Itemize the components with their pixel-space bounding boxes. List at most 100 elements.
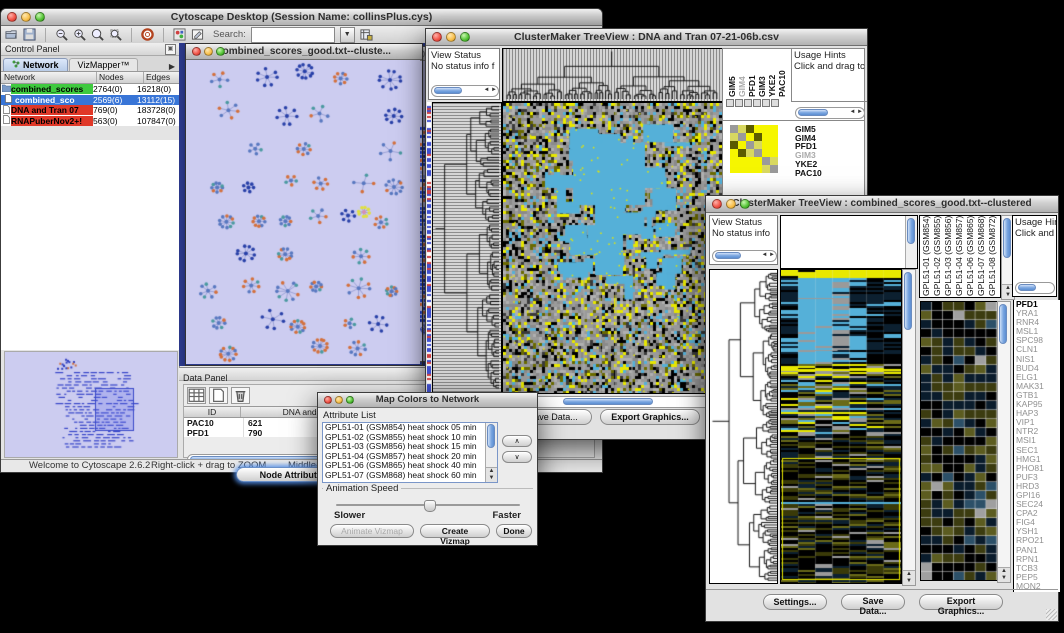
col-header-edges[interactable]: Edges [144, 72, 179, 83]
save-icon[interactable] [23, 28, 36, 41]
network-list-row[interactable]: RNAPuberNov2+!563(0)107847(0) [1, 116, 179, 127]
zoom-button[interactable] [35, 12, 45, 22]
zoom-out-icon[interactable] [55, 28, 68, 41]
zoom-button[interactable] [346, 396, 354, 404]
minimize-button[interactable] [21, 12, 31, 22]
search-dropdown-button[interactable]: ▼ [340, 27, 355, 43]
zoom-selected-icon[interactable] [109, 28, 122, 41]
tv1-export-graphics-button[interactable]: Export Graphics... [600, 409, 700, 425]
tab-overflow-arrow[interactable]: ▶ [169, 62, 175, 71]
tv1-row-dendrogram[interactable] [432, 102, 502, 394]
tv1-heatmap[interactable] [502, 102, 723, 394]
minimize-button[interactable] [204, 47, 213, 56]
tv2-heatmap[interactable] [780, 269, 902, 584]
close-button[interactable] [432, 32, 442, 42]
network-edges: 107847(0) [137, 116, 179, 126]
usage-hints-scrollbar[interactable] [1015, 282, 1055, 294]
tv2-zoom-scrollbar[interactable]: ▲▼ [997, 301, 1011, 583]
minimize-button[interactable] [335, 396, 343, 404]
tv2-row-dendrogram[interactable] [709, 269, 778, 584]
minimize-button[interactable] [446, 32, 456, 42]
network-edges: 183728(0) [137, 105, 179, 115]
view-status-scrollbar[interactable]: ◄ ► [431, 85, 499, 97]
zoom-button[interactable] [216, 47, 225, 56]
network-list-row[interactable]: DNA and Tran 07769(0)183728(0) [1, 105, 179, 116]
treeview-toolbar-icons[interactable] [726, 99, 779, 107]
help-lifering-icon[interactable] [141, 28, 154, 41]
close-button[interactable] [324, 396, 332, 404]
minimize-button[interactable] [726, 199, 736, 209]
treeview2-title-bar[interactable]: ClusterMaker TreeView : combined_scores_… [706, 196, 1058, 213]
slider-thumb[interactable] [424, 500, 436, 512]
matrix-cell [754, 133, 762, 141]
attribute-list-item[interactable]: GPL51-07 (GSM868) heat shock 60 min [325, 471, 497, 481]
attribute-listbox[interactable]: GPL51-01 (GSM854) heat shock 05 minGPL51… [322, 422, 498, 483]
mini-tool-icon[interactable] [762, 99, 770, 107]
close-button[interactable] [7, 12, 17, 22]
dialog-title-bar[interactable]: Map Colors to Network [318, 393, 537, 408]
dp-col-id[interactable]: ID [184, 407, 241, 417]
float-panel-icon[interactable]: ▣ [165, 44, 176, 55]
vizmapper-icon[interactable] [173, 28, 186, 41]
select-attributes-icon[interactable] [187, 387, 206, 404]
zoom-button[interactable] [740, 199, 750, 209]
mini-tool-icon[interactable] [735, 99, 743, 107]
zoom-fit-icon[interactable] [91, 28, 104, 41]
zoom-button[interactable] [460, 32, 470, 42]
matrix-cell [770, 157, 778, 165]
move-up-button[interactable]: ∧ [502, 435, 532, 447]
mini-tool-icon[interactable] [744, 99, 752, 107]
resize-grip[interactable] [1046, 609, 1057, 620]
view-status-title: View Status [429, 49, 499, 61]
animate-vizmap-button[interactable]: Animate Vizmap [330, 524, 414, 538]
tv2-heatmap-scrollbar[interactable]: ▲▼ [902, 269, 916, 586]
tv1-column-dendrogram[interactable] [502, 48, 723, 102]
tv2-coldendro-scrollbar[interactable] [905, 216, 917, 268]
delete-attribute-icon[interactable] [231, 387, 250, 404]
attribute-list-scrollbar[interactable]: ▲▼ [485, 423, 497, 482]
close-button[interactable] [712, 199, 722, 209]
network-edges: 16218(0) [137, 84, 179, 94]
network-overview-thumbnail[interactable] [4, 351, 178, 458]
view-status-scrollbar[interactable]: ◄ ► [712, 250, 777, 262]
treeview1-title-bar[interactable]: ClusterMaker TreeView : DNA and Tran 07-… [426, 29, 867, 46]
filter-icon[interactable] [360, 28, 373, 41]
animation-speed-slider[interactable] [336, 500, 520, 510]
tv2-column-dendrogram[interactable] [780, 215, 918, 269]
matrix-cell [746, 149, 754, 157]
tv1-zoom-scrollbar[interactable]: ◄ ► [795, 107, 865, 119]
new-attribute-icon[interactable] [209, 387, 228, 404]
close-button[interactable] [192, 47, 201, 56]
mini-tool-icon[interactable] [726, 99, 734, 107]
mini-tool-icon[interactable] [753, 99, 761, 107]
create-vizmap-button[interactable]: Create Vizmap [420, 524, 490, 538]
network-view-window[interactable]: combined_scores_good.txt--cluste... [185, 43, 423, 366]
tv1-zoom-matrix[interactable] [730, 125, 778, 173]
col-header-nodes[interactable]: Nodes [97, 72, 144, 83]
tab-network[interactable]: Network [3, 58, 68, 71]
search-input[interactable] [251, 27, 335, 43]
data-panel-title: Data Panel [179, 373, 228, 383]
matrix-cell [754, 125, 762, 133]
network-list-row[interactable]: combined_sco2569(6)13112(15) [1, 95, 179, 106]
tab-vizmapper[interactable]: VizMapper™ [69, 58, 139, 71]
tv2-save-data-button[interactable]: Save Data... [841, 594, 905, 610]
network-list-row[interactable]: combined_scores2764(0)16218(0) [1, 84, 179, 95]
annotation-icon[interactable] [191, 28, 204, 41]
col-header-network[interactable]: Network [1, 72, 97, 83]
zoom-in-icon[interactable] [73, 28, 86, 41]
tv2-usage-hints: Usage Hints Click and drag [1012, 215, 1057, 297]
move-down-button[interactable]: ∨ [502, 451, 532, 463]
tv1-column-label: GIM5 [727, 53, 736, 97]
tv2-zoom-heatmap[interactable] [920, 301, 998, 581]
network-graph-canvas[interactable] [186, 60, 420, 364]
mini-tool-icon[interactable] [771, 99, 779, 107]
open-icon[interactable] [5, 28, 18, 41]
main-title-bar[interactable]: Cytoscape Desktop (Session Name: collins… [1, 9, 602, 26]
done-button[interactable]: Done [496, 524, 532, 538]
matrix-cell [770, 125, 778, 133]
attr-value: 621 [244, 418, 262, 428]
matrix-cell [730, 157, 738, 165]
tv2-export-graphics-button[interactable]: Export Graphics... [919, 594, 1003, 610]
tv2-settings-button[interactable]: Settings... [763, 594, 827, 610]
